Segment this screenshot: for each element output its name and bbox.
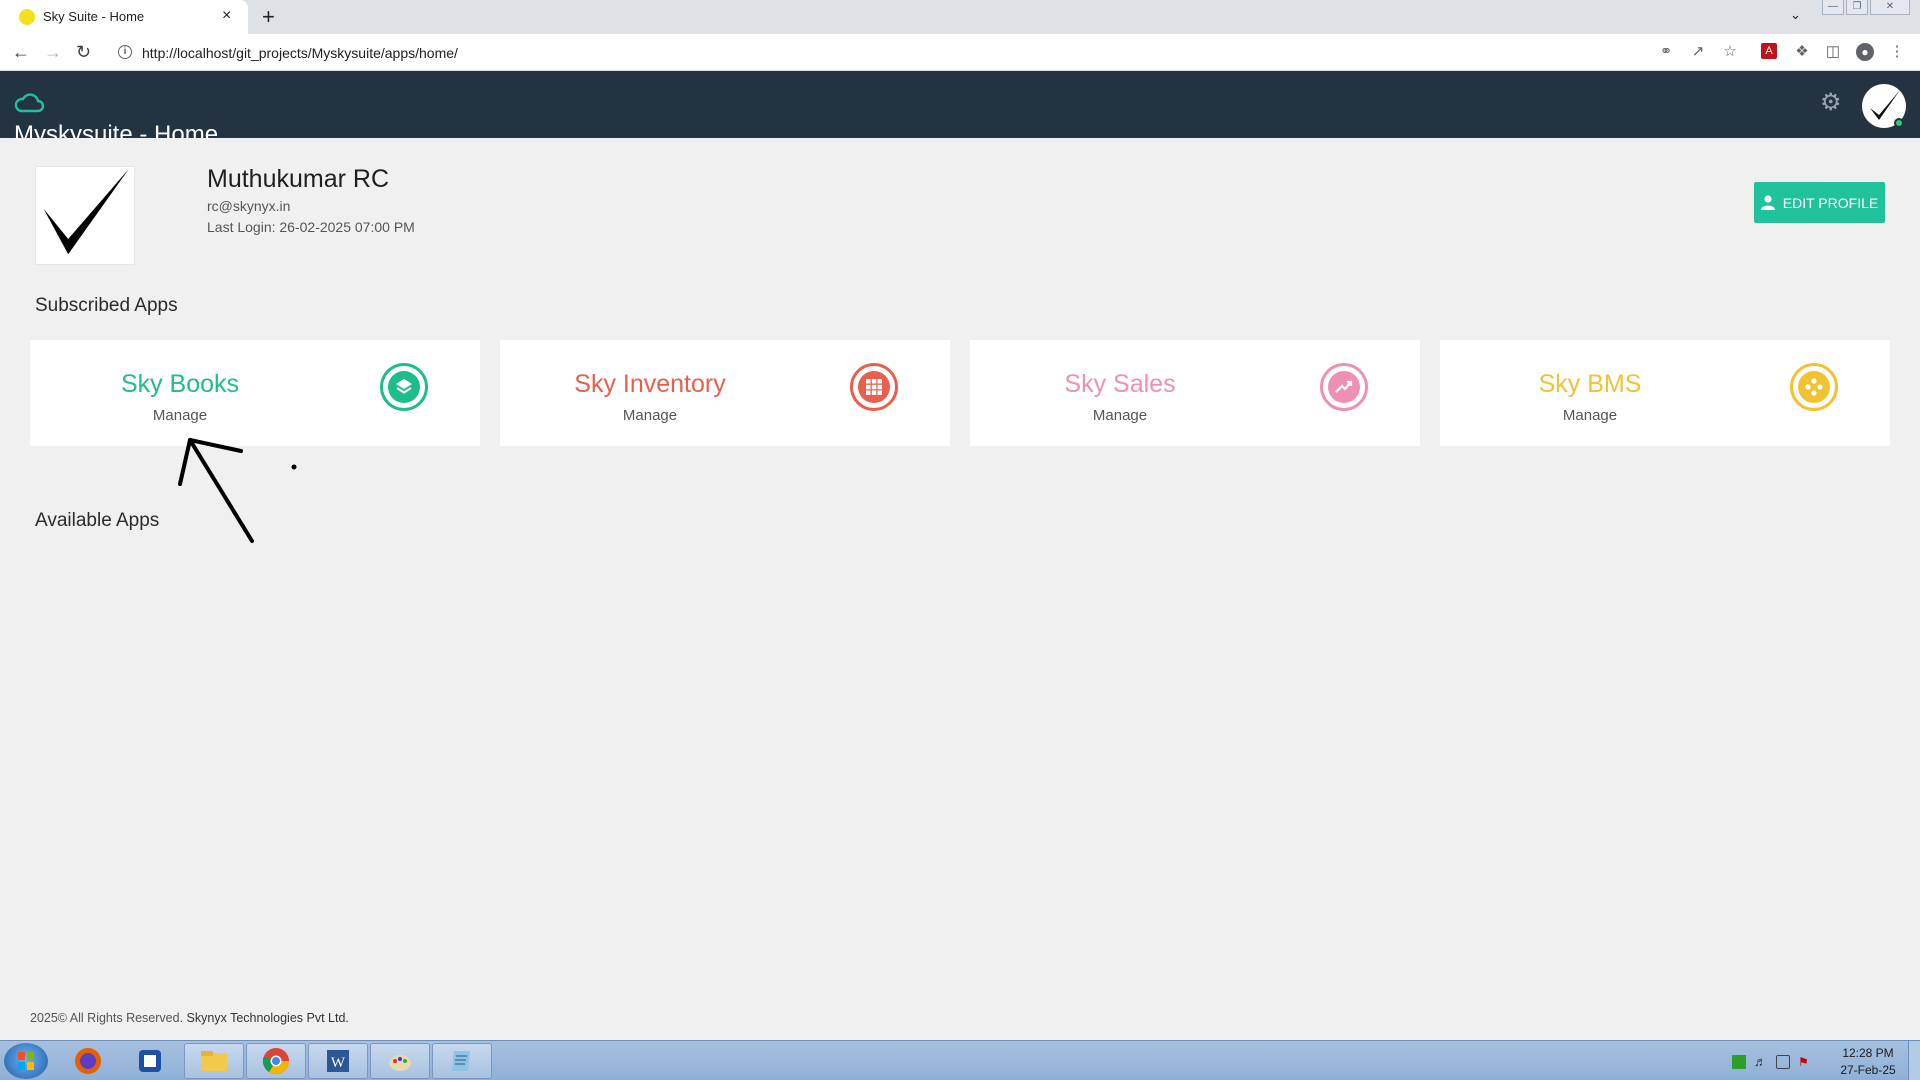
manage-link[interactable]: Manage	[970, 407, 1270, 424]
manage-link[interactable]: Manage	[30, 407, 330, 424]
share-icon[interactable]: ↗	[1689, 43, 1707, 61]
available-apps-heading: Available Apps	[35, 510, 160, 531]
address-bar[interactable]: i http://localhost/git_projects/Myskysui…	[108, 38, 1720, 67]
new-tab-button[interactable]: +	[262, 4, 275, 30]
app-icon[interactable]	[128, 1045, 172, 1077]
clock-time[interactable]: 12:28 PM	[1838, 1046, 1898, 1060]
app-card-sky-bms[interactable]: Sky BMS Manage	[1440, 340, 1890, 446]
tab-title: Sky Suite - Home	[43, 9, 145, 24]
browser-tab[interactable]: Sky Suite - Home ×	[0, 0, 248, 34]
firefox-icon[interactable]	[66, 1045, 110, 1077]
browser-toolbar: ← → ↻ i http://localhost/git_projects/My…	[0, 34, 1920, 71]
star-icon[interactable]: ☆	[1721, 43, 1739, 61]
copyright-text: 2025© All Rights Reserved.	[30, 1011, 184, 1025]
side-panel-icon[interactable]: ◫	[1824, 43, 1842, 61]
paint-icon[interactable]	[370, 1043, 430, 1079]
grid-icon	[850, 363, 898, 411]
restore-button[interactable]: ❐	[1846, 0, 1868, 15]
pdf-extension-icon[interactable]: A	[1761, 43, 1777, 59]
close-window-button[interactable]: ✕	[1870, 0, 1910, 15]
minimize-button[interactable]: —	[1822, 0, 1844, 15]
forward-arrow-icon[interactable]: →	[44, 41, 62, 63]
footer: 2025© All Rights Reserved. Skynyx Techno…	[30, 1011, 349, 1025]
back-arrow-icon[interactable]: ←	[12, 41, 30, 63]
show-desktop-button[interactable]	[1908, 1041, 1920, 1080]
file-explorer-icon[interactable]	[184, 1043, 244, 1079]
action-center-icon[interactable]: ⚑	[1798, 1055, 1812, 1069]
app-name[interactable]: Sky BMS	[1440, 370, 1740, 399]
gear-icon[interactable]: ⚙	[1820, 91, 1842, 115]
app-name[interactable]: Sky Books	[30, 370, 330, 399]
site-info-icon[interactable]: i	[118, 45, 132, 59]
app-name[interactable]: Sky Inventory	[500, 370, 800, 399]
clock-date[interactable]: 27-Feb-25	[1838, 1063, 1898, 1077]
trending-up-icon	[1320, 363, 1368, 411]
browser-tabstrip: Sky Suite - Home × + ⌄ — ❐ ✕	[0, 0, 1920, 34]
url-text[interactable]: http://localhost/git_projects/Myskysuite…	[142, 45, 458, 61]
app-header: Myskysuite - Home ⚙	[0, 71, 1920, 138]
favicon-icon	[19, 9, 35, 25]
gamepad-icon	[1790, 363, 1838, 411]
company-link[interactable]: Skynyx Technologies Pvt Ltd.	[187, 1011, 349, 1025]
volume-icon[interactable]: ♬	[1754, 1055, 1768, 1069]
cloud-icon[interactable]	[14, 93, 44, 113]
notepad-icon[interactable]	[432, 1043, 492, 1079]
reload-icon[interactable]: ↻	[76, 41, 91, 63]
app-card-sky-books[interactable]: Sky Books Manage	[30, 340, 480, 446]
subscribed-apps-heading: Subscribed Apps	[35, 295, 178, 316]
annotation-arrow	[178, 438, 297, 543]
tray-network-icon[interactable]	[1732, 1055, 1746, 1069]
monitor-icon[interactable]	[1776, 1055, 1790, 1069]
tab-close-button[interactable]: ×	[222, 7, 231, 25]
taskbar: W ♬ ⚑ 12:28 PM 27-Feb-25	[0, 1040, 1920, 1080]
key-icon[interactable]: ⚭	[1657, 43, 1675, 61]
profile-icon[interactable]: ●	[1856, 43, 1874, 61]
menu-dots-icon[interactable]: ⋮	[1888, 43, 1906, 61]
manage-link[interactable]: Manage	[1440, 407, 1740, 424]
page-title: Myskysuite - Home	[14, 121, 219, 138]
last-login: Last Login: 26-02-2025 07:00 PM	[207, 219, 415, 235]
chrome-icon[interactable]	[246, 1043, 306, 1079]
profile-email: rc@skynyx.in	[207, 198, 291, 214]
edit-profile-button[interactable]: EDIT PROFILE	[1754, 182, 1885, 223]
start-button[interactable]	[4, 1043, 48, 1079]
tab-search-icon[interactable]: ⌄	[1790, 7, 1801, 23]
online-status-dot	[1894, 118, 1904, 128]
app-name[interactable]: Sky Sales	[970, 370, 1270, 399]
puzzle-icon[interactable]: ❖	[1793, 43, 1811, 61]
manage-link[interactable]: Manage	[500, 407, 800, 424]
profile-name: Muthukumar RC	[207, 165, 389, 193]
word-icon[interactable]: W	[308, 1043, 368, 1079]
user-icon	[1760, 195, 1775, 210]
app-card-sky-inventory[interactable]: Sky Inventory Manage	[500, 340, 950, 446]
svg-text:W: W	[331, 1055, 346, 1071]
layers-icon	[380, 363, 428, 411]
edit-profile-label: EDIT PROFILE	[1782, 194, 1879, 211]
app-card-sky-sales[interactable]: Sky Sales Manage	[970, 340, 1420, 446]
profile-photo	[35, 166, 135, 265]
